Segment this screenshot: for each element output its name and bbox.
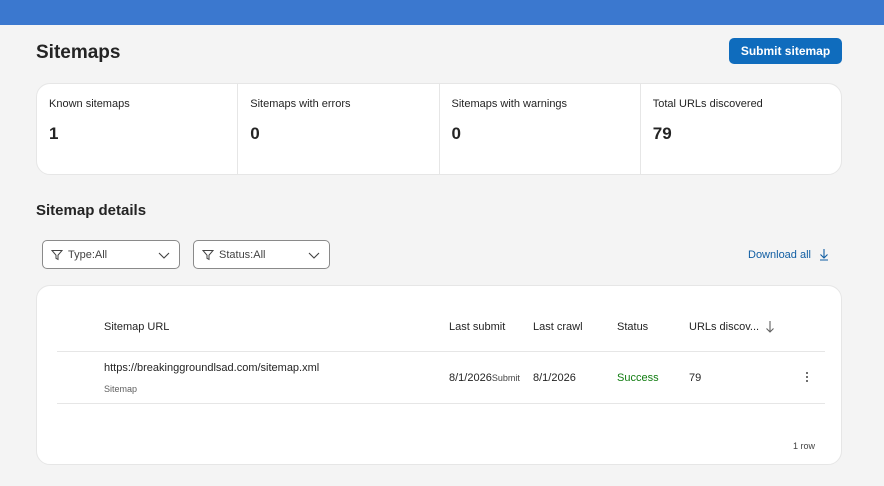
- header-divider: [57, 351, 825, 352]
- column-header-status[interactable]: Status: [617, 321, 648, 333]
- page-title: Sitemaps: [36, 42, 121, 63]
- sort-descending-icon[interactable]: [765, 320, 775, 334]
- download-all-link[interactable]: Download all: [748, 248, 829, 261]
- submit-sitemap-button[interactable]: Submit sitemap: [729, 38, 842, 64]
- stat-sitemaps-with-errors: Sitemaps with errors 0: [238, 84, 440, 174]
- column-header-sitemap-url[interactable]: Sitemap URL: [104, 321, 169, 333]
- sitemap-table: Sitemap URL Last submit Last crawl Statu…: [36, 285, 842, 465]
- last-submit-suffix: Submit: [491, 373, 520, 383]
- sitemap-type: Sitemap: [104, 384, 138, 394]
- status-filter-label: Status:All: [219, 248, 266, 261]
- stat-label: Total URLs discovered: [652, 98, 763, 110]
- chevron-down-icon: [307, 250, 321, 260]
- urls-discovered-value: 79: [689, 372, 702, 384]
- status-value: Success: [617, 372, 659, 384]
- column-header-urls-discovered[interactable]: URLs discov...: [689, 321, 759, 333]
- sitemap-url[interactable]: https://breakinggroundlsad.com/sitemap.x…: [104, 362, 319, 374]
- type-filter-dropdown[interactable]: Type:All: [42, 240, 180, 269]
- column-header-last-crawl[interactable]: Last crawl: [533, 321, 583, 333]
- stat-sitemaps-with-warnings: Sitemaps with warnings 0: [440, 84, 641, 174]
- column-header-last-submit[interactable]: Last submit: [449, 321, 505, 333]
- row-divider: [57, 403, 825, 404]
- download-all-label: Download all: [748, 248, 811, 261]
- type-filter-label: Type:All: [68, 248, 108, 261]
- row-count: 1 row: [793, 441, 816, 451]
- funnel-icon: [51, 249, 63, 261]
- top-bar: [0, 0, 884, 25]
- more-options-button[interactable]: [799, 369, 815, 387]
- status-filter-dropdown[interactable]: Status:All: [193, 240, 330, 269]
- stat-label: Sitemaps with warnings: [451, 98, 568, 110]
- funnel-icon: [202, 249, 214, 261]
- stat-value: 0: [250, 124, 260, 143]
- stats-card: Known sitemaps 1 Sitemaps with errors 0 …: [36, 83, 842, 175]
- last-submit-date: 8/1/2026: [449, 372, 492, 384]
- stat-total-urls-discovered: Total URLs discovered 79: [641, 84, 841, 174]
- more-vertical-icon: [805, 371, 809, 386]
- section-title: Sitemap details: [36, 202, 147, 219]
- stat-known-sitemaps: Known sitemaps 1: [37, 84, 239, 174]
- stat-label: Sitemaps with errors: [250, 98, 351, 110]
- stat-label: Known sitemaps: [49, 98, 130, 110]
- stat-value: 79: [652, 124, 672, 143]
- stat-value: 1: [49, 124, 59, 143]
- last-submit-cell: 8/1/2026Submit: [449, 372, 520, 384]
- last-crawl-date: 8/1/2026: [533, 372, 576, 384]
- arrow-down-icon: [819, 248, 829, 261]
- chevron-down-icon: [157, 250, 171, 260]
- stat-value: 0: [451, 124, 461, 143]
